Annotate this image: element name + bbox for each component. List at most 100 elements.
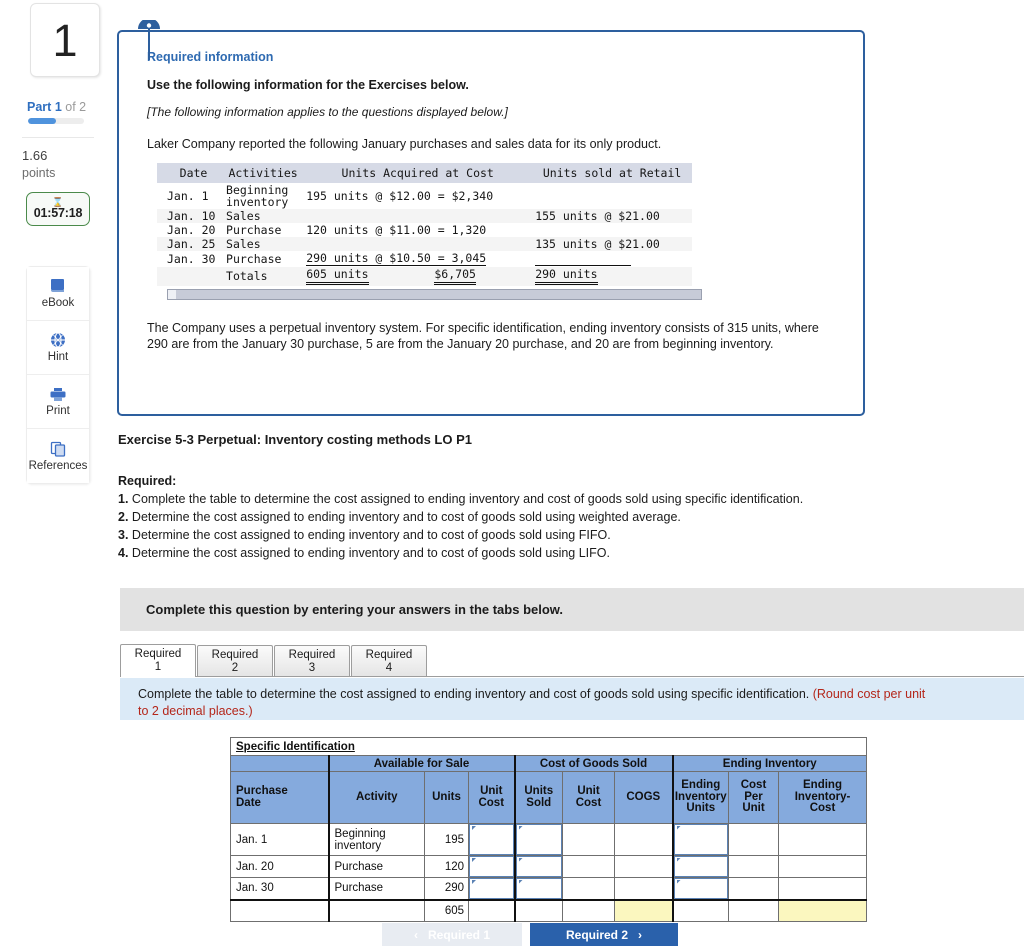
info-row-4-activity: Purchase [223, 251, 304, 268]
group-blank [230, 755, 329, 772]
info-row-1-activity: Sales [223, 209, 304, 224]
tab-required-4[interactable]: Required 4 [351, 645, 427, 677]
table-row: Jan. 20 Purchase 120 [230, 855, 867, 878]
row-1-cost-per-unit[interactable] [728, 855, 779, 878]
tab-required-2[interactable]: Required 2 [197, 645, 273, 677]
row-2-unit-cost-cogs[interactable] [562, 877, 615, 901]
row-1-unit-cost-afs-input[interactable] [469, 856, 514, 877]
row-1-units-sold-input[interactable] [515, 856, 562, 877]
ebook-button[interactable]: eBook [27, 267, 89, 321]
row-0-unit-cost-cogs[interactable] [562, 823, 615, 856]
instruction-text: Complete the table to determine the cost… [138, 687, 813, 701]
req-item-3-num: 4. [118, 546, 129, 561]
answer-table-caption: Specific Identification [230, 737, 867, 756]
hint-icon [50, 332, 66, 348]
totals-units: 605 [424, 899, 469, 922]
hint-button[interactable]: Hint [27, 321, 89, 375]
prev-required-button[interactable]: ‹ Required 1 [382, 923, 522, 946]
info-row-2-sold [532, 223, 692, 238]
row-2-ending-units-input[interactable] [673, 878, 728, 899]
list-item: 1. Complete the table to determine the c… [118, 490, 870, 508]
row-0-cogs[interactable] [614, 823, 673, 856]
required-label: Required: [118, 474, 177, 488]
row-1-cogs[interactable] [614, 855, 673, 878]
prev-required-label: Required 1 [427, 927, 490, 942]
list-item: 4. Determine the cost assigned to ending… [118, 544, 870, 562]
info-totals-row: Totals 605 units $6,705 290 units [157, 267, 692, 286]
list-item: 2. Determine the cost assigned to ending… [118, 508, 870, 526]
totals-cogs[interactable] [614, 899, 673, 922]
row-0-unit-cost-afs-input[interactable] [469, 824, 514, 855]
tab-required-2-line1: Required [211, 649, 259, 661]
answer-caption-row: Specific Identification [230, 737, 867, 756]
table-row: Jan. 30 Purchase 290 [230, 877, 867, 901]
points-value: 1.66 [22, 148, 48, 163]
info-row-2-date: Jan. 20 [157, 223, 224, 238]
part-current: 1 [54, 100, 62, 114]
panel-collapse-icon[interactable] [136, 18, 162, 60]
totals-units-sold[interactable] [513, 899, 563, 922]
info-row-1-acquired [303, 209, 533, 224]
tab-required-1[interactable]: Required 1 [120, 644, 196, 677]
print-icon [49, 387, 67, 402]
row-2-unit-cost-afs-input[interactable] [469, 878, 514, 899]
info-total-spacer [157, 267, 224, 286]
tab-required-4-line2: 4 [385, 661, 393, 674]
print-label: Print [46, 404, 70, 417]
panel-inner: Required information Use the following i… [119, 32, 863, 353]
row-0-ending-cost[interactable] [778, 823, 867, 856]
hint-label: Hint [47, 351, 69, 363]
required-information-subtitle: Use the following information for the Ex… [147, 78, 469, 92]
row-0-cost-per-unit[interactable] [728, 823, 779, 856]
info-table-header-row: Date Activities Units Acquired at Cost U… [157, 163, 692, 184]
tabs-baseline [120, 676, 1024, 677]
info-row-3-acquired [303, 237, 533, 252]
row-0-ending-units-input[interactable] [673, 824, 728, 855]
totals-unit-cost-cogs [562, 899, 615, 922]
totals-ending-cost[interactable] [778, 899, 867, 922]
required-information-intro: Laker Company reported the following Jan… [147, 137, 662, 151]
footer-navigation: ‹ Required 1 Required 2 › [0, 923, 1024, 948]
row-0-units-sold-input[interactable] [515, 824, 562, 855]
table-row: Jan. 1 Beginning inventory 195 units @ $… [157, 183, 692, 210]
info-row-1-sold: 155 units @ $21.00 [532, 209, 692, 224]
chevron-right-icon: › [638, 927, 642, 942]
row-2-units-sold-input[interactable] [515, 878, 562, 899]
info-header-units-acquired: Units Acquired at Cost [303, 163, 533, 184]
group-cost-of-goods-sold: Cost of Goods Sold [513, 755, 673, 772]
req-item-1-text: Determine the cost assigned to ending in… [131, 510, 681, 525]
row-1-activity: Purchase [327, 855, 425, 878]
info-row-1-date: Jan. 10 [157, 209, 224, 224]
complete-question-banner: Complete this question by entering your … [120, 588, 1024, 631]
info-row-0-activity: Beginning inventory [223, 183, 304, 210]
row-2-ending-cost[interactable] [778, 877, 867, 901]
totals-cost-per-unit [728, 899, 779, 922]
table-row: Jan. 1 Beginning inventory 195 [230, 823, 867, 856]
tab-required-3-line1: Required [288, 649, 336, 661]
info-header-date: Date [157, 163, 224, 184]
answer-group-header-row: Available for Sale Cost of Goods Sold En… [230, 755, 867, 772]
totals-ending-units[interactable] [671, 899, 729, 922]
row-2-unit-cost-afs-cell [468, 877, 515, 901]
tab-required-3[interactable]: Required 3 [274, 645, 350, 677]
references-button[interactable]: References [27, 429, 89, 483]
question-number-box: 1 [30, 3, 100, 77]
row-1-ending-units-input[interactable] [673, 856, 728, 877]
rail-divider [22, 137, 94, 138]
group-available-for-sale: Available for Sale [327, 755, 515, 772]
timer-widget[interactable]: ⌛ 01:57:18 [26, 192, 90, 226]
next-required-button[interactable]: Required 2 › [530, 923, 678, 946]
row-2-cost-per-unit[interactable] [728, 877, 779, 901]
inventory-data-table-wrapper: Date Activities Units Acquired at Cost U… [157, 163, 702, 300]
info-total-units-cost: 605 units $6,705 [303, 267, 533, 286]
info-row-0-sold [532, 183, 692, 210]
print-button[interactable]: Print [27, 375, 89, 429]
row-2-cogs[interactable] [614, 877, 673, 901]
row-1-unit-cost-cogs[interactable] [562, 855, 615, 878]
row-1-units: 120 [424, 855, 469, 878]
row-1-ending-cost[interactable] [778, 855, 867, 878]
list-item: 3. Determine the cost assigned to ending… [118, 526, 870, 544]
table-row: Jan. 30 Purchase 290 units @ $10.50 = 3,… [157, 251, 692, 268]
info-table-horizontal-scrollbar[interactable] [167, 288, 702, 300]
required-information-footer: The Company uses a perpetual inventory s… [147, 320, 819, 352]
